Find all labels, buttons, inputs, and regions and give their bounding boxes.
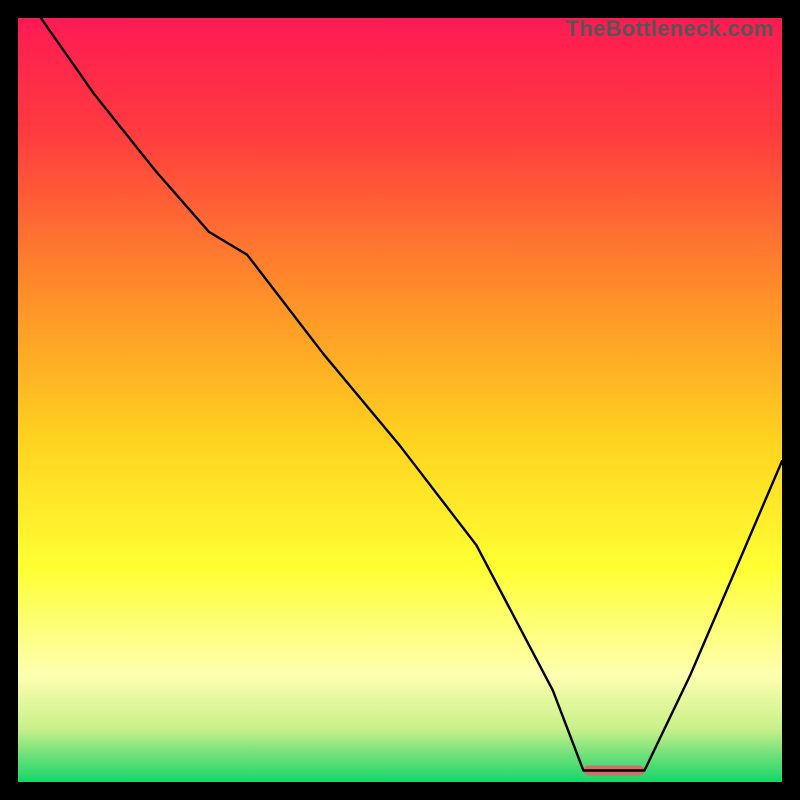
gradient-background bbox=[18, 18, 782, 782]
bottleneck-chart bbox=[18, 18, 782, 782]
chart-frame: TheBottleneck.com bbox=[18, 18, 782, 782]
